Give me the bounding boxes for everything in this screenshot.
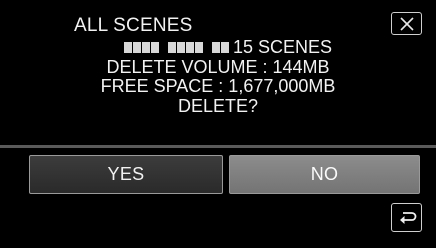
scene-count: 15 SCENES	[232, 37, 333, 57]
yes-button[interactable]: YES	[29, 155, 223, 194]
return-arrow-icon	[399, 211, 416, 224]
dialog-title: ALL SCENES	[74, 15, 193, 36]
scene-count-line: 15 SCENES	[0, 37, 436, 58]
delete-volume: DELETE VOLUME : 144MB	[106, 56, 330, 77]
close-icon	[399, 16, 414, 31]
no-button[interactable]: NO	[229, 155, 420, 194]
delete-question: DELETE?	[177, 95, 259, 116]
free-space: FREE SPACE : 1,677,000MB	[100, 76, 336, 96]
back-button[interactable]	[391, 203, 422, 232]
delete-info: 15 SCENES DELETE VOLUME : 144MB FREE SPA…	[0, 37, 436, 116]
delete-all-scenes-dialog: ALL SCENES 15 SCENES DELETE VOLUME: 144…	[0, 0, 436, 248]
divider	[0, 145, 436, 148]
masked-date-placeholder	[123, 42, 229, 54]
close-button[interactable]	[391, 12, 422, 35]
